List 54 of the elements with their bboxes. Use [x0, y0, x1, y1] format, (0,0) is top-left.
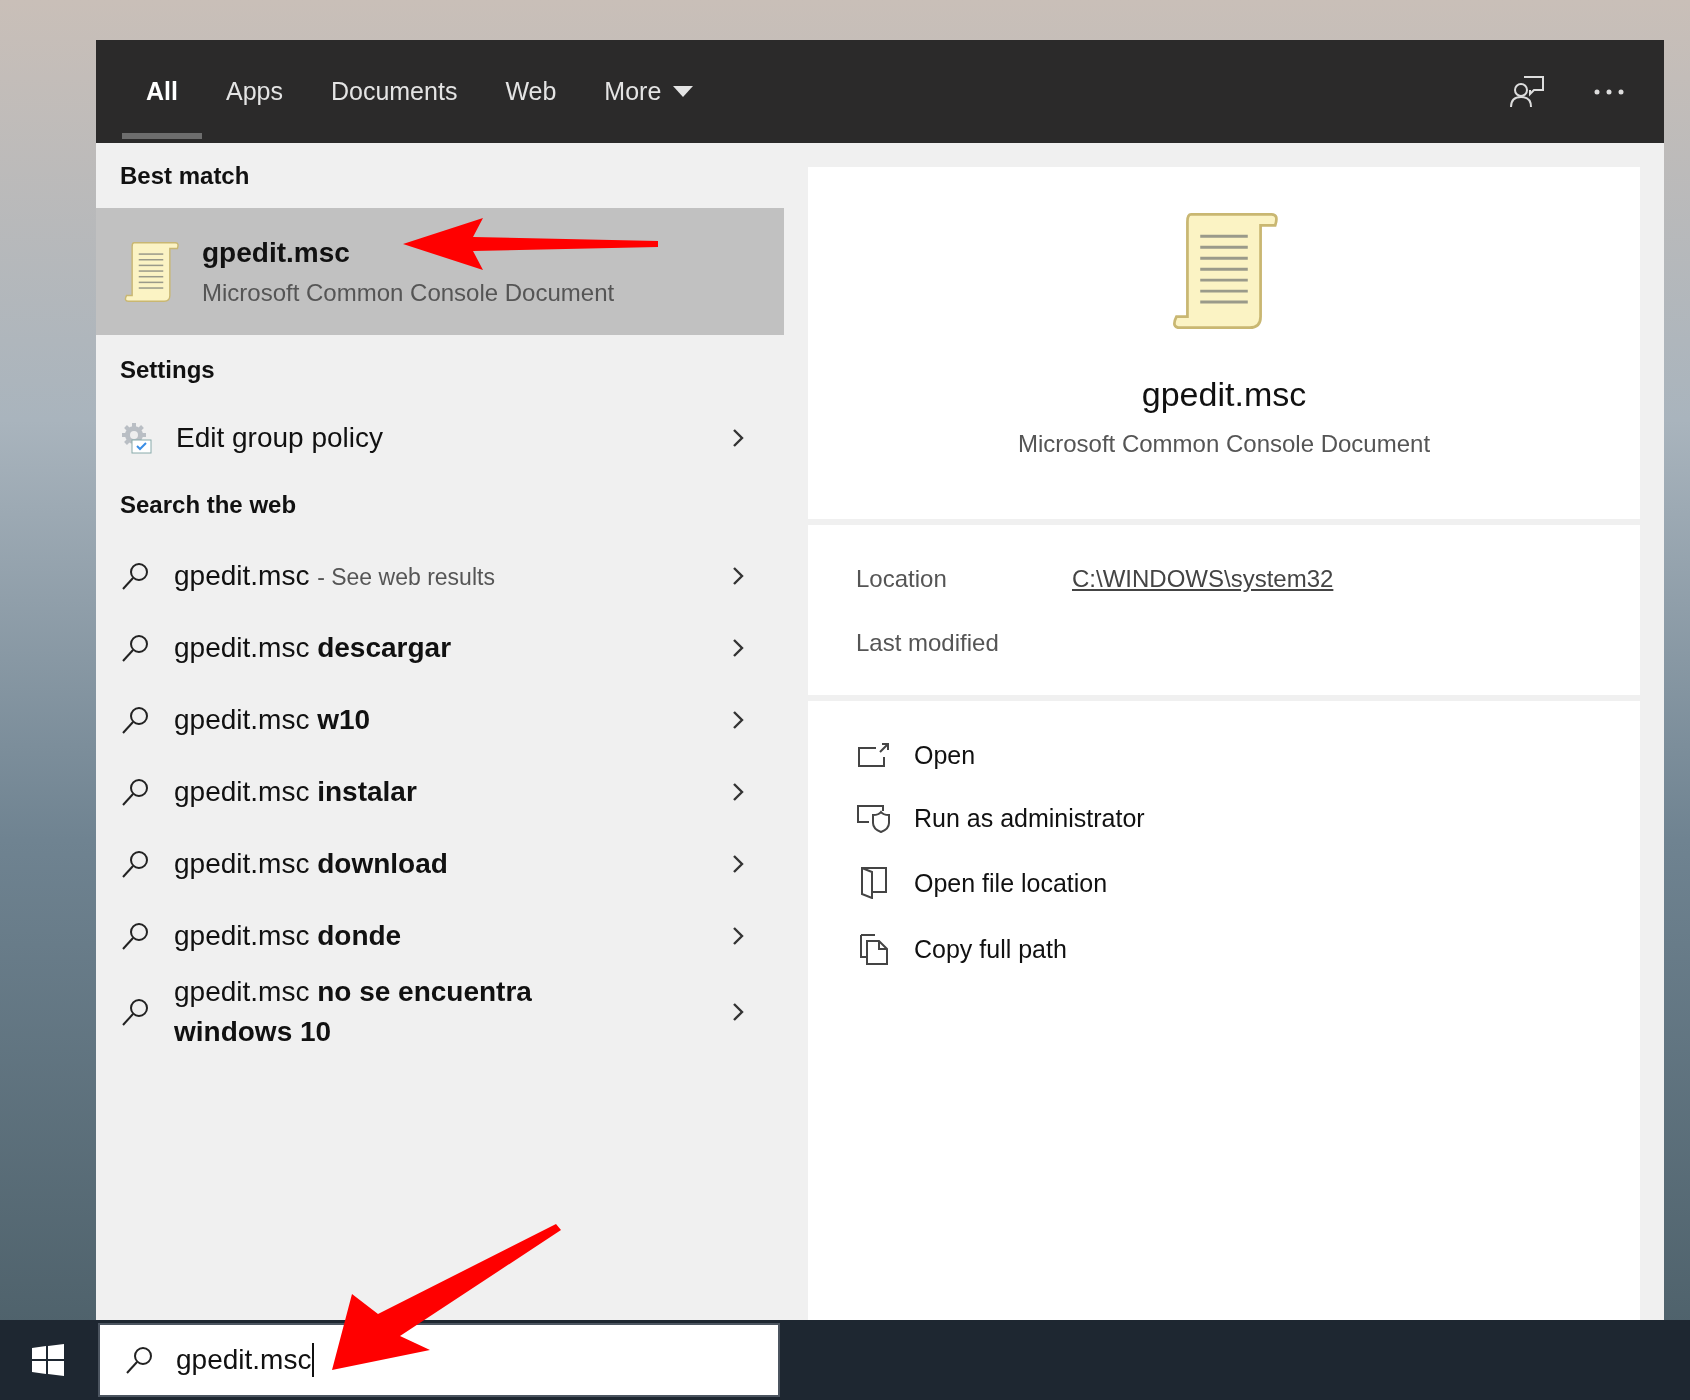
windows-start-icon[interactable]: [32, 1344, 64, 1376]
filter-tab[interactable]: Apps: [201, 40, 307, 143]
chevron-icon: [732, 638, 744, 658]
action-link[interactable]: Run as administrator: [914, 804, 1145, 833]
chevron-icon: [732, 710, 744, 730]
section-heading: Best match: [119, 160, 251, 191]
chevron-icon: [732, 782, 744, 802]
chevron-icon: [732, 1002, 744, 1022]
caret-icon: [673, 85, 694, 98]
feedback-icon[interactable]: [1510, 75, 1544, 108]
shield-icon: [857, 804, 891, 833]
web-search-suggestion[interactable]: gpedit.msc descargar: [174, 628, 594, 668]
result-subtitle: Microsoft Common Console Document: [202, 278, 615, 307]
chevron-icon: [732, 427, 744, 448]
action-link[interactable]: Open: [914, 741, 976, 770]
search-icon: [120, 997, 150, 1027]
chevron-icon: [732, 854, 744, 874]
web-search-suggestion[interactable]: gpedit.msc donde: [174, 916, 594, 956]
chevron-icon: [732, 926, 744, 946]
more-options-icon[interactable]: [1594, 88, 1624, 95]
best-match-item[interactable]: gpedit.msc Microsoft Common Console Document: [96, 208, 784, 335]
filter-tab[interactable]: More: [580, 40, 718, 143]
action-link[interactable]: Copy full path: [914, 934, 1067, 964]
search-icon: [124, 1345, 154, 1375]
filter-tab[interactable]: All: [122, 40, 202, 143]
section-heading: Settings: [119, 355, 216, 385]
filter-tab[interactable]: Documents: [306, 40, 482, 143]
search-icon: [120, 561, 150, 591]
web-search-suggestion[interactable]: gpedit.msc instalar: [174, 772, 594, 812]
detail-label: Location: [856, 565, 948, 593]
preview-subtitle: Microsoft Common Console Document: [1017, 430, 1431, 458]
location-link[interactable]: C:\WINDOWS\system32: [1072, 565, 1334, 593]
search-icon: [120, 849, 150, 879]
web-search-suggestion[interactable]: gpedit.msc download: [174, 844, 594, 884]
search-field[interactable]: gpedit.msc: [98, 1323, 780, 1397]
folder-icon: [860, 867, 888, 899]
action-link[interactable]: Open file location: [914, 868, 1108, 898]
settings-item[interactable]: Edit group policy: [176, 417, 708, 458]
search-icon: [120, 921, 150, 951]
gear-icon: [120, 421, 152, 454]
web-search-suggestion[interactable]: gpedit.msc w10: [174, 700, 594, 740]
search-icon: [120, 777, 150, 807]
search-icon: [120, 705, 150, 735]
open-external-icon: [858, 742, 890, 769]
preview-title: gpedit.msc: [1141, 375, 1307, 414]
detail-label: Last modified: [856, 629, 1000, 657]
copy-icon: [859, 933, 889, 965]
web-search-suggestion[interactable]: gpedit.msc no se encuentra windows 10: [174, 972, 594, 1052]
search-icon: [120, 633, 150, 663]
filter-tab[interactable]: Web: [481, 40, 581, 143]
result-title: gpedit.msc: [202, 236, 350, 269]
section-heading: Search the web: [119, 490, 298, 520]
chevron-icon: [732, 566, 744, 586]
web-search-suggestion[interactable]: gpedit.msc - See web results: [174, 555, 594, 597]
